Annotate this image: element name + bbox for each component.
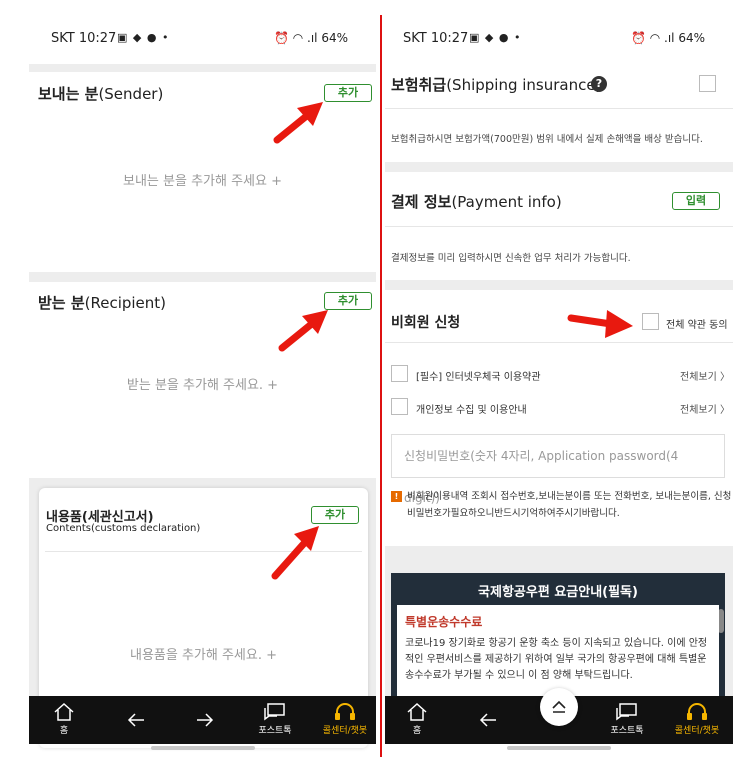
notice-line-2: 비밀번호가필요하오니반드시기억하여주시기바랍니다. <box>407 508 620 519</box>
home-icon <box>54 702 74 721</box>
agree-all-checkbox[interactable] <box>642 313 659 330</box>
rates-title: 국제항공우편 요금안내(필독) <box>478 585 638 600</box>
divider-line <box>385 342 733 343</box>
chat-bubble-icon <box>616 703 637 721</box>
sender-add-button[interactable]: 추가 <box>324 84 372 102</box>
chat-bubble-icon <box>264 703 285 721</box>
headset-icon <box>687 703 707 720</box>
nav-forward[interactable] <box>175 696 235 744</box>
privacy-checkbox[interactable] <box>391 398 408 415</box>
payment-title: 결제 정보(Payment info) <box>391 191 562 212</box>
status-bar: SKT 10:27 ▣ ◆ ● • ⏰ ◠ .ıl 64% <box>29 28 376 52</box>
nav-posttalk-label: 포스트톡 <box>610 726 644 736</box>
red-arrow-icon <box>567 310 633 338</box>
bottom-nav: 홈 포스트톡 콜센터/챗봇 <box>29 696 376 744</box>
agree-all-label[interactable]: 전체 약관 동의 <box>666 316 728 331</box>
left-phone-screen: SKT 10:27 ▣ ◆ ● • ⏰ ◠ .ıl 64% 보내는 분(Send… <box>29 28 376 753</box>
sender-title: 보내는 분(Sender) <box>38 83 163 104</box>
sender-add-placeholder[interactable]: 보내는 분을 추가해 주세요 + <box>29 170 376 189</box>
chevron-up-icon <box>552 700 566 713</box>
payment-title-ko: 결제 정보 <box>391 193 452 211</box>
scroll-to-top-button[interactable] <box>540 688 578 726</box>
terms-view-all-link[interactable]: 전체보기 〉 <box>680 368 730 383</box>
status-system-icons: ⏰ ◠ .ıl 64% <box>630 31 705 45</box>
section-gap <box>385 162 733 172</box>
status-bar: SKT 10:27 ▣ ◆ ● • ⏰ ◠ .ıl 64% <box>385 28 733 52</box>
payment-input-button[interactable]: 입력 <box>672 192 720 210</box>
red-arrow-icon <box>278 310 328 352</box>
insurance-title: 보험취급(Shipping insurance) <box>391 74 601 95</box>
nav-posttalk[interactable]: 포스트톡 <box>245 696 305 744</box>
back-arrow-icon <box>127 713 144 727</box>
nav-posttalk[interactable]: 포스트톡 <box>597 696 657 744</box>
nonmember-title: 비회원 신청 <box>391 315 461 331</box>
insurance-title-en: (Shipping insurance) <box>446 76 602 94</box>
nav-home[interactable]: 홈 <box>387 696 447 744</box>
nav-posttalk-label: 포스트톡 <box>258 726 292 736</box>
nonmember-notice: ! 비회원이용내역 조회시 접수번호,보내는분이름 또는 전화번호, 보내는분이… <box>391 488 732 522</box>
nav-back[interactable] <box>458 696 518 744</box>
status-carrier-time: SKT 10:27 <box>51 31 117 46</box>
nav-home[interactable]: 홈 <box>34 696 94 744</box>
payment-title-en: (Payment info) <box>451 193 562 211</box>
notice-bullet-icon: ! <box>391 491 402 502</box>
nav-callcenter-label: 콜센터/챗봇 <box>674 726 720 736</box>
red-arrow-icon <box>273 102 323 144</box>
red-arrow-icon <box>271 526 319 580</box>
nav-home-label: 홈 <box>412 726 422 736</box>
gesture-bar[interactable] <box>150 746 255 750</box>
section-gap <box>385 280 733 290</box>
contents-add-placeholder[interactable]: 내용품을 추가해 주세요. + <box>39 644 368 663</box>
privacy-label: 개인정보 수집 및 이용안내 <box>416 405 527 416</box>
section-gap <box>29 272 376 282</box>
status-notification-icons: ▣ ◆ ● • <box>117 31 170 44</box>
nav-home-label: 홈 <box>59 726 69 736</box>
back-arrow-icon <box>479 713 496 727</box>
sender-title-en: (Sender) <box>98 85 164 103</box>
rates-text: 코로나19 장기화로 항공기 운항 축소 등이 지속되고 있습니다. 이에 안정… <box>405 638 708 681</box>
recipient-title-en: (Recipient) <box>84 294 167 312</box>
section-gap <box>29 64 376 72</box>
status-system-icons: ⏰ ◠ .ıl 64% <box>273 31 348 45</box>
payment-note: 결제정보를 미리 입력하시면 신속한 업무 처리가 가능합니다. <box>391 253 631 264</box>
rates-subtitle: 특별운송수수료 <box>405 615 483 629</box>
screenshot-canvas: SKT 10:27 ▣ ◆ ● • ⏰ ◠ .ıl 64% 보내는 분(Send… <box>0 0 749 763</box>
headset-icon <box>335 703 355 720</box>
contents-add-button[interactable]: 추가 <box>311 506 359 524</box>
gesture-bar[interactable] <box>507 746 611 750</box>
recipient-title: 받는 분(Recipient) <box>38 292 166 313</box>
recipient-add-placeholder[interactable]: 받는 분을 추가해 주세요. + <box>29 374 376 393</box>
insurance-title-ko: 보험취급 <box>391 76 447 94</box>
nav-back[interactable] <box>106 696 166 744</box>
sender-title-ko: 보내는 분 <box>38 85 99 103</box>
home-icon <box>407 702 427 721</box>
recipient-title-ko: 받는 분 <box>38 294 85 312</box>
nav-callcenter-label: 콜센터/챗봇 <box>322 726 368 736</box>
divider-line <box>385 226 733 227</box>
status-carrier-time: SKT 10:27 <box>403 31 469 46</box>
nav-callcenter[interactable]: 콜센터/챗봇 <box>667 696 727 744</box>
insurance-checkbox[interactable] <box>699 75 716 92</box>
right-phone-screen: SKT 10:27 ▣ ◆ ● • ⏰ ◠ .ıl 64% 보험취급(Shipp… <box>385 28 733 753</box>
contents-subtitle: Contents(customs declaration) <box>46 523 201 534</box>
terms-checkbox[interactable] <box>391 365 408 382</box>
help-icon[interactable]: ? <box>591 76 607 92</box>
divider-line <box>385 108 733 109</box>
nav-callcenter[interactable]: 콜센터/챗봇 <box>315 696 375 744</box>
notice-line-1: 비회원이용내역 조회시 접수번호,보내는분이름 또는 전화번호, 보내는분이름,… <box>407 491 732 502</box>
privacy-view-all-link[interactable]: 전체보기 〉 <box>680 401 730 416</box>
forward-arrow-icon <box>197 713 214 727</box>
application-password-input[interactable]: 신청비밀번호(숫자 4자리, Application password(4 di… <box>391 434 725 505</box>
comparison-divider <box>380 15 382 757</box>
terms-label: [필수] 인터넷우체국 이용약관 <box>416 372 541 383</box>
insurance-note: 보험취급하시면 보험가액(700만원) 범위 내에서 실제 손해액을 배상 받습… <box>391 134 703 145</box>
rates-notice-panel: 국제항공우편 요금안내(필독) 특별운송수수료 코로나19 장기화로 항공기 운… <box>391 573 725 703</box>
status-notification-icons: ▣ ◆ ● • <box>469 31 522 44</box>
